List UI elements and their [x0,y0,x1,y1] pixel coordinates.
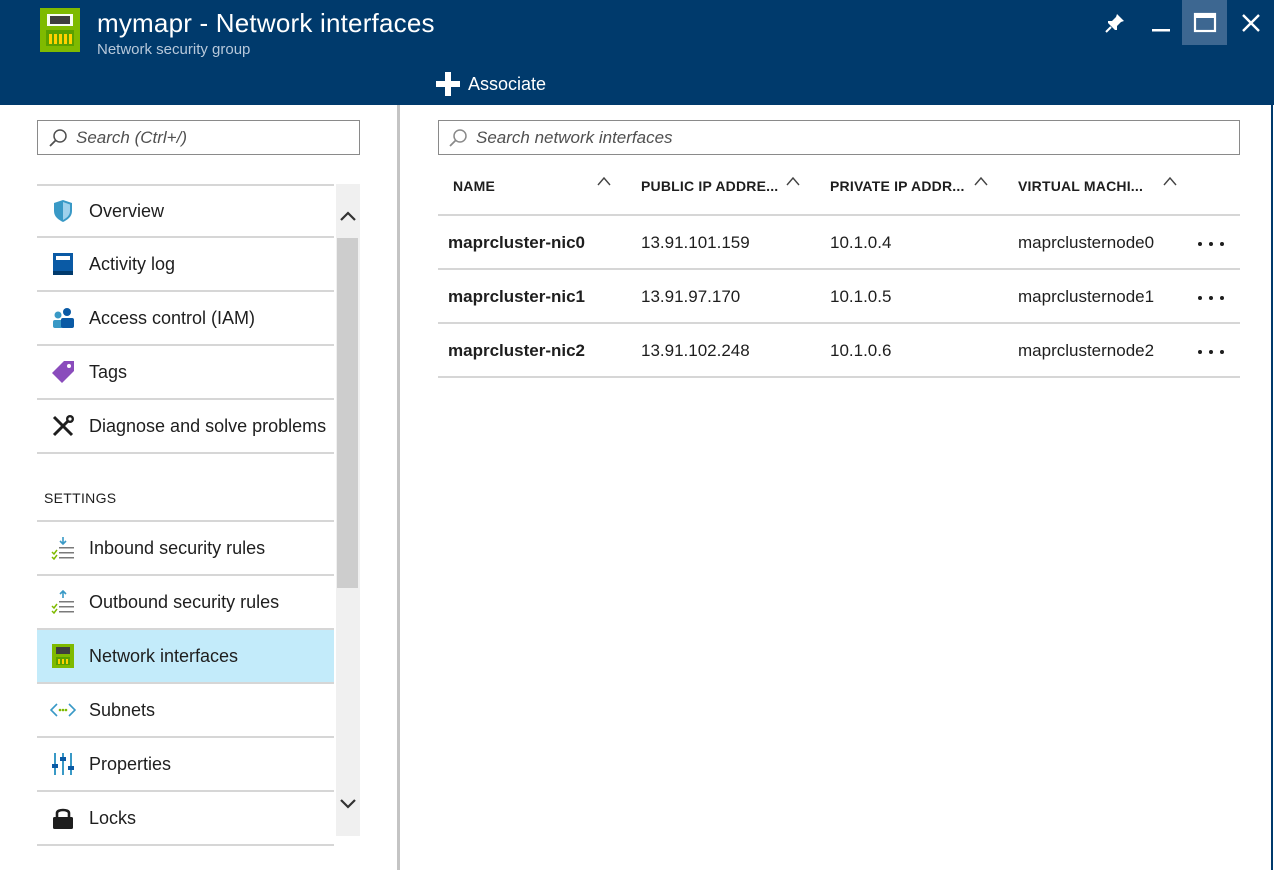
menu-scrollbar[interactable] [336,184,360,836]
search-icon [49,128,67,147]
menu-item-overview[interactable]: Overview [37,184,334,238]
network-interfaces-search-input[interactable] [476,127,1176,148]
column-header-public-ip[interactable]: PUBLIC IP ADDRE... [641,178,778,194]
more-options-icon[interactable] [1198,344,1224,360]
virtual-machine-cell: maprclusternode1 [1018,287,1155,306]
minimize-icon [1151,28,1170,31]
nic-name-cell[interactable]: maprcluster-nic2 [448,341,585,361]
menu-item-label: Overview [89,200,165,221]
more-options-icon[interactable] [1198,236,1224,252]
blade-header: mymapr - Network interfaces Network secu… [0,0,1274,105]
menu-item-label: Activity log [89,253,176,274]
private-ip-cell: 10.1.0.6 [830,341,892,360]
sort-ascending-icon[interactable] [1163,176,1177,186]
sort-ascending-icon[interactable] [974,176,988,186]
nic-name-cell[interactable]: maprcluster-nic1 [448,287,585,307]
shield-icon [50,198,76,224]
menu-item-outbound-rules[interactable]: Outbound security rules [37,576,334,630]
menu-item-subnets[interactable]: Subnets [37,684,334,738]
virtual-machine-cell: maprclusternode0 [1018,233,1155,252]
minimize-button[interactable] [1138,0,1183,45]
menu-item-label: Inbound security rules [89,537,266,558]
menu-item-locks[interactable]: Locks [37,792,334,846]
properties-icon [50,751,76,777]
menu-item-label: Tags [89,361,128,382]
menu-search-box[interactable] [37,120,360,155]
virtual-machine-cell: maprclusternode2 [1018,341,1155,360]
menu-item-label: Subnets [89,699,156,720]
menu-item-label: Outbound security rules [89,591,280,612]
associate-button[interactable]: Associate [435,70,546,98]
menu-item-label: Properties [89,753,172,774]
close-icon [1241,13,1260,32]
tag-icon [50,359,76,385]
public-ip-cell: 13.91.102.248 [641,341,750,360]
scrollbar-thumb[interactable] [337,238,358,588]
menu-item-tags[interactable]: Tags [37,346,334,400]
lock-icon [50,805,76,831]
chevron-down-icon[interactable] [338,794,358,814]
maximize-icon [1193,12,1216,32]
users-icon [50,305,76,331]
table-row[interactable]: maprcluster-nic2 13.91.102.248 10.1.0.6 … [438,324,1240,378]
table-header: NAME PUBLIC IP ADDRE... PRIVATE IP ADDR.… [438,166,1240,216]
public-ip-cell: 13.91.101.159 [641,233,750,252]
private-ip-cell: 10.1.0.5 [830,287,892,306]
associate-label: Associate [468,73,547,94]
menu-item-properties[interactable]: Properties [37,738,334,792]
public-ip-cell: 13.91.97.170 [641,287,741,306]
plus-icon [436,72,460,96]
network-interfaces-search-box[interactable] [438,120,1240,155]
menu-item-label: Locks [89,807,137,828]
column-header-private-ip[interactable]: PRIVATE IP ADDR... [830,178,965,194]
blade-subtitle: Network security group [97,41,251,58]
resource-menu: Overview Activity log Access control (IA… [37,184,334,846]
menu-item-label: Diagnose and solve problems [89,415,327,436]
private-ip-cell: 10.1.0.4 [830,233,892,252]
table-row[interactable]: maprcluster-nic0 13.91.101.159 10.1.0.4 … [438,216,1240,270]
pin-icon [1104,13,1124,33]
pin-button[interactable] [1092,0,1137,45]
settings-header-label: SETTINGS [44,490,117,506]
nic-name-cell[interactable]: maprcluster-nic0 [448,233,585,253]
blade-title: mymapr - Network interfaces [97,8,435,38]
subnet-icon [50,697,76,723]
inbound-rules-icon [50,535,76,561]
menu-item-activity-log[interactable]: Activity log [37,238,334,292]
menu-item-access-control[interactable]: Access control (IAM) [37,292,334,346]
pane-divider [397,105,400,870]
network-interface-icon [40,8,80,52]
menu-item-label: Access control (IAM) [89,307,256,328]
more-options-icon[interactable] [1198,290,1224,306]
network-interface-icon [50,643,76,669]
menu-search-input[interactable] [76,127,336,148]
maximize-button[interactable] [1182,0,1227,45]
network-interfaces-table: NAME PUBLIC IP ADDRE... PRIVATE IP ADDR.… [438,166,1240,378]
settings-section-header: SETTINGS [37,454,334,522]
table-row[interactable]: maprcluster-nic1 13.91.97.170 10.1.0.5 m… [438,270,1240,324]
outbound-rules-icon [50,589,76,615]
menu-item-diagnose[interactable]: Diagnose and solve problems [37,400,334,454]
column-header-virtual-machine[interactable]: VIRTUAL MACHI... [1018,178,1143,194]
sort-ascending-icon[interactable] [597,176,611,186]
column-header-name[interactable]: NAME [453,178,495,194]
sort-ascending-icon[interactable] [786,176,800,186]
search-icon [449,128,467,147]
wrench-icon [50,413,76,439]
close-button[interactable] [1228,0,1273,45]
blade-edge [1271,0,1273,870]
menu-item-inbound-rules[interactable]: Inbound security rules [37,522,334,576]
menu-item-label: Network interfaces [89,645,239,666]
activity-log-icon [50,251,76,277]
chevron-up-icon[interactable] [338,206,358,226]
menu-item-network-interfaces[interactable]: Network interfaces [37,630,334,684]
